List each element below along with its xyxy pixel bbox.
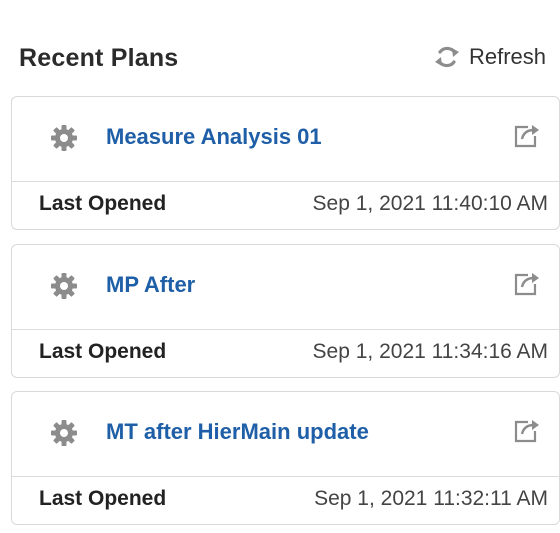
last-opened-value: Sep 1, 2021 11:32:11 AM — [314, 487, 548, 510]
panel-title: Recent Plans — [19, 44, 179, 72]
last-opened-value: Sep 1, 2021 11:34:16 AM — [312, 340, 548, 363]
plan-card-header: MT after HierMain update — [12, 392, 559, 477]
plan-card-footer: Last Opened Sep 1, 2021 11:40:10 AM — [12, 182, 559, 229]
plan-card: MT after HierMain update Last Opened Sep… — [11, 391, 560, 525]
last-opened-label: Last Opened — [39, 487, 167, 510]
plan-card: MP After Last Opened Sep 1, 2021 11:34:1… — [11, 244, 560, 378]
last-opened-value: Sep 1, 2021 11:40:10 AM — [312, 192, 548, 215]
plan-name-link[interactable]: MP After — [106, 272, 195, 298]
refresh-icon[interactable] — [433, 43, 461, 71]
plan-card-footer: Last Opened Sep 1, 2021 11:32:11 AM — [12, 477, 559, 524]
plan-card-footer: Last Opened Sep 1, 2021 11:34:16 AM — [12, 330, 559, 377]
gear-icon — [50, 124, 78, 157]
plan-card-header: Measure Analysis 01 — [12, 97, 559, 182]
refresh-label[interactable]: Refresh — [469, 44, 546, 70]
last-opened-label: Last Opened — [39, 340, 167, 363]
plan-card: Measure Analysis 01 Last Opened Sep 1, 2… — [11, 96, 560, 230]
last-opened-label: Last Opened — [39, 192, 167, 215]
recent-plans-header: Recent Plans Refresh — [0, 38, 560, 82]
gear-icon — [50, 272, 78, 305]
plan-card-header: MP After — [12, 245, 559, 330]
plan-name-link[interactable]: MT after HierMain update — [106, 419, 369, 445]
gear-icon — [50, 419, 78, 452]
open-external-icon[interactable] — [511, 121, 541, 156]
open-external-icon[interactable] — [511, 416, 541, 451]
open-external-icon[interactable] — [511, 269, 541, 304]
plan-name-link[interactable]: Measure Analysis 01 — [106, 124, 322, 150]
refresh-button[interactable]: Refresh — [433, 43, 546, 71]
